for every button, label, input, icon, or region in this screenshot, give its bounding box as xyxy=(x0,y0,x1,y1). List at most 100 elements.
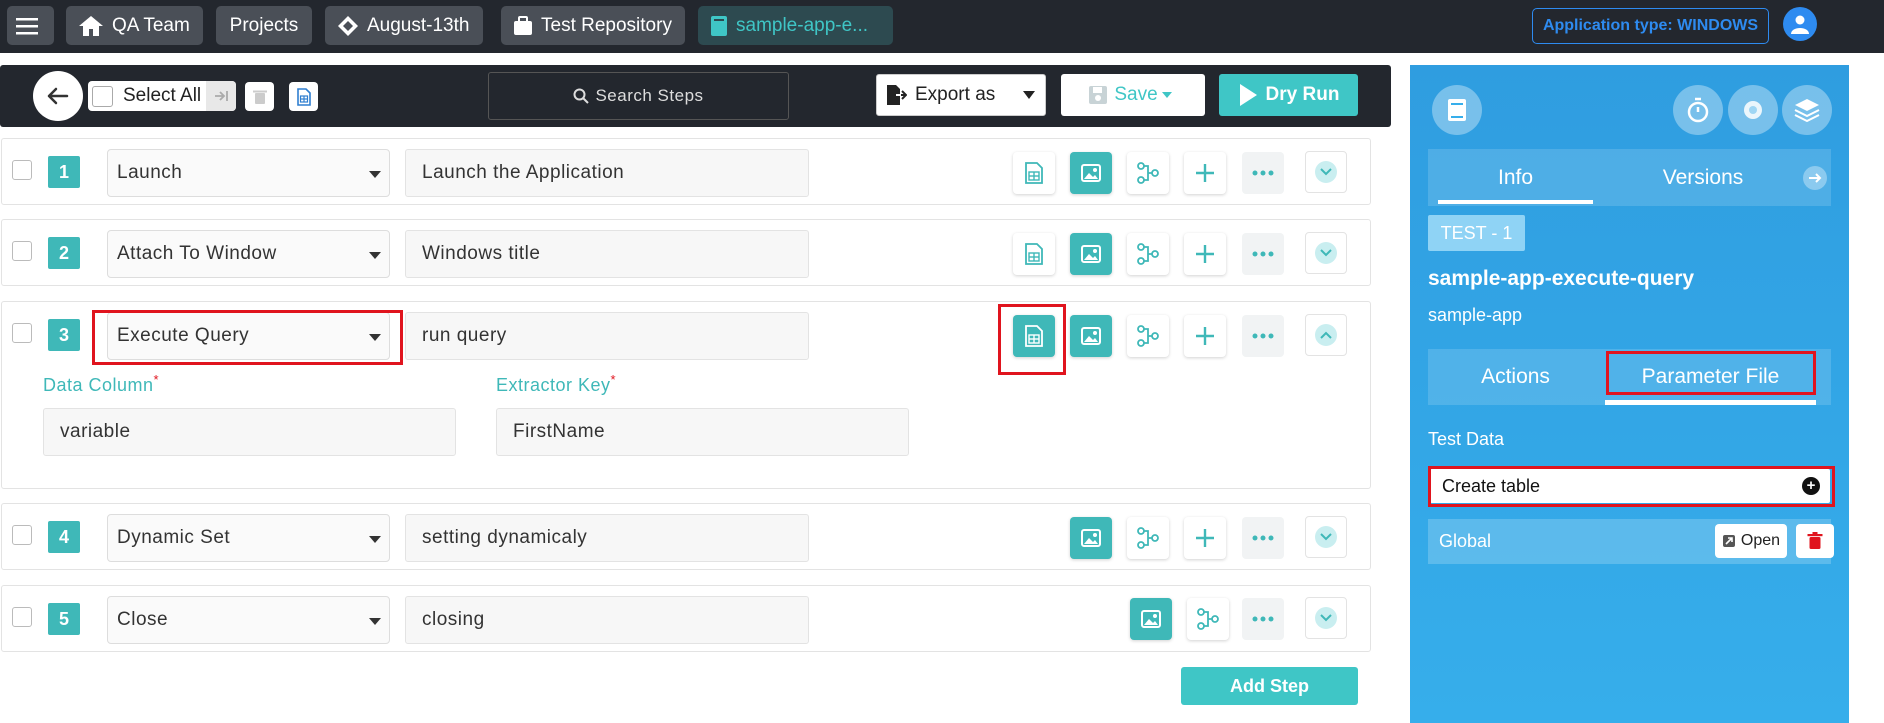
ellipsis-icon xyxy=(1252,333,1274,339)
book-icon xyxy=(1448,99,1466,121)
share-step-button[interactable] xyxy=(1127,233,1169,275)
step-number: 5 xyxy=(48,603,80,635)
screenshot-button[interactable] xyxy=(1070,233,1112,275)
step-checkbox[interactable] xyxy=(12,241,32,261)
dry-run-button[interactable]: Dry Run xyxy=(1219,74,1358,116)
trash-icon xyxy=(252,90,267,104)
add-step-button[interactable]: Add Step xyxy=(1181,667,1358,705)
breadcrumb-test-case[interactable]: sample-app-e... xyxy=(698,6,893,45)
view-button[interactable] xyxy=(1728,85,1778,135)
step-checkbox[interactable] xyxy=(12,607,32,627)
step-description-input[interactable]: run query xyxy=(405,312,809,360)
breadcrumb-qa-team[interactable]: QA Team xyxy=(66,6,203,45)
delete-selected-button[interactable] xyxy=(245,82,274,111)
step-description-input[interactable]: Windows title xyxy=(405,230,809,278)
image-icon xyxy=(1081,245,1101,263)
ellipsis-icon xyxy=(1252,616,1274,622)
screenshot-button[interactable] xyxy=(1130,598,1172,640)
tab-info[interactable]: Info xyxy=(1428,149,1603,206)
arrow-right-bar-icon xyxy=(215,91,228,101)
test-case-name: sample-app-execute-query xyxy=(1428,267,1695,290)
tab-versions-label: Versions xyxy=(1662,165,1744,189)
home-icon xyxy=(79,15,103,36)
test-id-text: TEST - 1 xyxy=(1440,222,1513,243)
test-data-button[interactable] xyxy=(1013,233,1055,275)
book-icon xyxy=(711,15,727,36)
screenshot-button[interactable] xyxy=(1070,152,1112,194)
search-icon xyxy=(573,88,590,104)
timer-button[interactable] xyxy=(1673,85,1723,135)
export-dropdown[interactable]: Export as xyxy=(876,74,1046,116)
test-data-button[interactable] xyxy=(1013,152,1055,194)
menu-button[interactable] xyxy=(7,6,54,45)
floppy-icon xyxy=(1089,86,1108,104)
more-options-button[interactable] xyxy=(1242,598,1284,640)
step-action-select[interactable]: Launch xyxy=(107,149,390,197)
add-step-below-button[interactable] xyxy=(1184,517,1226,559)
step-action-select[interactable]: Attach To Window xyxy=(107,230,390,278)
step-number: 4 xyxy=(48,521,80,553)
step-checkbox[interactable] xyxy=(12,323,32,343)
step-description-input[interactable]: closing xyxy=(405,596,809,644)
select-all-checkbox[interactable] xyxy=(92,85,113,107)
step-description-input[interactable]: Launch the Application xyxy=(405,149,809,197)
expand-step-button[interactable] xyxy=(1305,151,1347,193)
step-description-input[interactable]: setting dynamicaly xyxy=(405,514,809,562)
spreadsheet-icon xyxy=(1025,162,1043,184)
export-icon xyxy=(887,85,907,105)
user-avatar[interactable] xyxy=(1783,7,1817,41)
more-options-button[interactable] xyxy=(1242,517,1284,559)
layers-button[interactable] xyxy=(1782,85,1832,135)
step-row: 1 Launch Launch the Application xyxy=(1,138,1371,205)
step-checkbox[interactable] xyxy=(12,160,32,180)
add-step-below-button[interactable] xyxy=(1184,152,1226,194)
application-type-badge: Application type: WINDOWS xyxy=(1532,8,1769,44)
step-action-select[interactable]: Close xyxy=(107,596,390,644)
collapse-step-button[interactable] xyxy=(1305,314,1347,356)
step-checkbox[interactable] xyxy=(12,525,32,545)
play-icon xyxy=(1239,84,1257,106)
expand-step-button[interactable] xyxy=(1305,516,1347,558)
expand-step-button[interactable] xyxy=(1305,232,1347,274)
move-button[interactable] xyxy=(206,81,236,111)
data-column-label-text: Data Column xyxy=(43,375,154,395)
external-link-icon xyxy=(1722,535,1735,547)
share-step-button[interactable] xyxy=(1187,598,1229,640)
breadcrumb-test-repository[interactable]: Test Repository xyxy=(501,6,685,45)
breadcrumb-release[interactable]: August-13th xyxy=(325,6,483,45)
data-column-input[interactable]: variable xyxy=(43,408,456,456)
more-options-button[interactable] xyxy=(1242,233,1284,275)
screenshot-button[interactable] xyxy=(1070,517,1112,559)
share-step-button[interactable] xyxy=(1127,315,1169,357)
add-step-below-button[interactable] xyxy=(1184,315,1226,357)
tabs-scroll-right-button[interactable] xyxy=(1803,166,1827,190)
chevron-down-icon xyxy=(1315,526,1337,548)
step-description-value: setting dynamicaly xyxy=(422,527,588,548)
share-nodes-icon xyxy=(1137,527,1159,549)
share-step-button[interactable] xyxy=(1127,517,1169,559)
extractor-key-input[interactable]: FirstName xyxy=(496,408,909,456)
step-action-select[interactable]: Dynamic Set xyxy=(107,514,390,562)
plus-icon xyxy=(1196,529,1214,547)
save-button[interactable]: Save xyxy=(1061,74,1205,116)
back-button[interactable] xyxy=(33,71,83,121)
breadcrumb-projects[interactable]: Projects xyxy=(216,6,312,45)
book-button[interactable] xyxy=(1432,85,1482,135)
step-row: 5 Close closing xyxy=(1,585,1371,652)
select-all-control[interactable]: Select All xyxy=(88,81,236,111)
delete-button[interactable] xyxy=(1796,524,1834,558)
screenshot-button[interactable] xyxy=(1070,315,1112,357)
expand-step-button[interactable] xyxy=(1305,597,1347,639)
open-button[interactable]: Open xyxy=(1715,524,1787,558)
steps-toolbar: Select All Search Steps Export as Save D… xyxy=(0,65,1391,127)
tab-actions[interactable]: Actions xyxy=(1428,349,1603,405)
more-options-button[interactable] xyxy=(1242,152,1284,194)
test-data-button[interactable] xyxy=(289,82,318,111)
layers-icon xyxy=(1794,99,1820,122)
data-column-value: variable xyxy=(60,421,131,442)
search-steps-input[interactable]: Search Steps xyxy=(488,72,789,120)
more-options-button[interactable] xyxy=(1242,315,1284,357)
share-step-button[interactable] xyxy=(1127,152,1169,194)
tab-versions[interactable]: Versions xyxy=(1603,149,1803,206)
add-step-below-button[interactable] xyxy=(1184,233,1226,275)
